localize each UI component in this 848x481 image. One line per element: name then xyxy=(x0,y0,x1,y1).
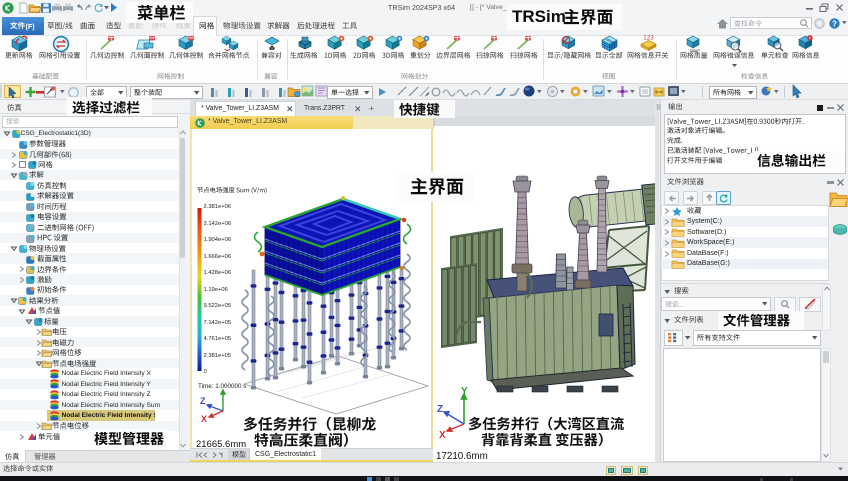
svg-text:X: X xyxy=(439,430,446,441)
svg-text:?: ? xyxy=(832,19,837,28)
svg-text:123: 123 xyxy=(643,34,654,41)
svg-text:X: X xyxy=(201,414,207,424)
svg-text:Y: Y xyxy=(461,386,468,397)
svg-text:Z: Z xyxy=(200,396,206,406)
svg-text:Z: Z xyxy=(437,404,443,415)
